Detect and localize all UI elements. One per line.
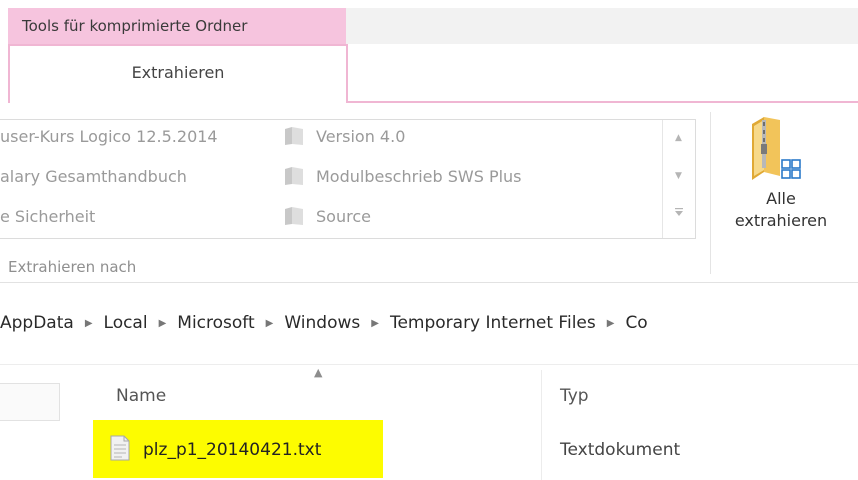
ribbon-divider xyxy=(0,282,858,283)
breadcrumb-appdata[interactable]: AppData xyxy=(0,313,74,333)
destination-item[interactable]: Source xyxy=(316,207,371,226)
chevron-right-icon[interactable]: ▶ xyxy=(159,318,167,329)
breadcrumb-co[interactable]: Co xyxy=(625,313,647,333)
zip-folder-icon xyxy=(748,110,810,188)
file-name[interactable]: plz_p1_20140421.txt xyxy=(143,440,321,460)
folder-icon xyxy=(283,206,305,230)
breadcrumb-windows[interactable]: Windows xyxy=(284,313,360,333)
destination-item[interactable]: Modulbeschrieb SWS Plus xyxy=(316,167,522,186)
contextual-tab-header: Tools für komprimierte Ordner xyxy=(8,8,346,44)
destination-item[interactable]: alary Gesamthandbuch xyxy=(0,167,187,186)
chevron-right-icon[interactable]: ▶ xyxy=(607,318,615,329)
chevron-right-icon[interactable]: ▶ xyxy=(371,318,379,329)
ribbon-tab-strip xyxy=(346,8,858,44)
tab-extrahieren[interactable]: Extrahieren xyxy=(8,44,348,104)
folder-icon xyxy=(283,126,305,150)
scroll-up-icon[interactable]: ▲ xyxy=(662,133,695,143)
destination-item[interactable]: user-Kurs Logico 12.5.2014 xyxy=(0,127,218,146)
tab-extrahieren-label: Extrahieren xyxy=(131,63,225,82)
folder-icon xyxy=(283,166,305,190)
sort-ascending-icon: ▲ xyxy=(314,366,323,379)
content-divider xyxy=(0,364,858,365)
destination-item[interactable]: Version 4.0 xyxy=(316,127,405,146)
address-bar[interactable]: AppData ▶ Local ▶ Microsoft ▶ Windows ▶ Temporar… xyxy=(0,300,858,344)
breadcrumb: AppData ▶ Local ▶ Microsoft ▶ Windows ▶ Temporar… xyxy=(0,313,648,333)
destination-item[interactable]: e Sicherheit xyxy=(0,207,95,226)
extract-all-label-line2: extrahieren xyxy=(734,211,828,230)
gallery-border xyxy=(0,238,696,239)
text-file-icon xyxy=(109,435,131,465)
gallery-expand-icon[interactable] xyxy=(662,207,695,220)
extract-all-label-line1: Alle xyxy=(766,189,796,208)
extract-all-label: Alle extrahieren xyxy=(716,188,846,232)
column-header-type[interactable]: Typ xyxy=(560,386,589,406)
chevron-right-icon[interactable]: ▶ xyxy=(85,318,93,329)
contextual-tab-title: Tools für komprimierte Ordner xyxy=(22,17,248,35)
group-label: Extrahieren nach xyxy=(8,258,137,276)
chevron-right-icon[interactable]: ▶ xyxy=(266,318,274,329)
column-separator[interactable] xyxy=(541,370,542,480)
gallery-border xyxy=(0,119,696,120)
scroll-down-icon[interactable]: ▼ xyxy=(662,171,695,181)
breadcrumb-local[interactable]: Local xyxy=(104,313,148,333)
file-type: Textdokument xyxy=(560,440,681,460)
breadcrumb-microsoft[interactable]: Microsoft xyxy=(177,313,254,333)
ribbon-group-separator xyxy=(710,112,711,274)
breadcrumb-temporary-internet-files[interactable]: Temporary Internet Files xyxy=(390,313,596,333)
navigation-pane-item[interactable] xyxy=(0,383,60,421)
column-header-name[interactable]: Name xyxy=(116,386,166,406)
